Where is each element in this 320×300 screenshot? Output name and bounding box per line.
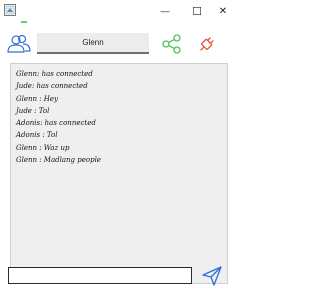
- chat-message: Glenn : Waz up: [16, 143, 70, 152]
- chat-message: Glenn : Madlang people: [16, 156, 101, 165]
- close-button[interactable]: ✕: [208, 0, 238, 22]
- connection-status-indicator: [21, 21, 27, 23]
- send-icon: [202, 266, 222, 286]
- share-button[interactable]: [161, 33, 183, 55]
- disconnect-button[interactable]: [195, 32, 219, 56]
- minimize-button[interactable]: —: [150, 0, 180, 22]
- close-icon: ✕: [218, 5, 228, 17]
- online-users-button[interactable]: [6, 33, 32, 55]
- username-display: Glenn: [37, 33, 149, 54]
- plug-icon: [200, 37, 214, 51]
- username-label: Glenn: [82, 38, 104, 47]
- chat-message: Glenn: has connected: [16, 70, 93, 78]
- chat-message: Jude: has connected: [16, 82, 88, 91]
- app-icon: [4, 4, 16, 16]
- chat-message: Jude : Tol: [16, 106, 50, 115]
- send-button[interactable]: [201, 265, 223, 287]
- title-bar: — ☐ ✕: [0, 0, 238, 22]
- message-input[interactable]: [8, 267, 192, 284]
- chat-message: Glenn : Hey: [16, 94, 58, 103]
- chat-message: Adonis : Tol: [16, 131, 58, 140]
- users-icon: [7, 34, 31, 53]
- maximize-icon: ☐: [192, 5, 202, 18]
- chat-log[interactable]: Glenn: has connected Jude: has connected…: [10, 63, 228, 284]
- share-icon: [162, 34, 181, 54]
- minimize-icon: —: [160, 6, 170, 16]
- chat-message: Adonis: has connected: [16, 119, 96, 128]
